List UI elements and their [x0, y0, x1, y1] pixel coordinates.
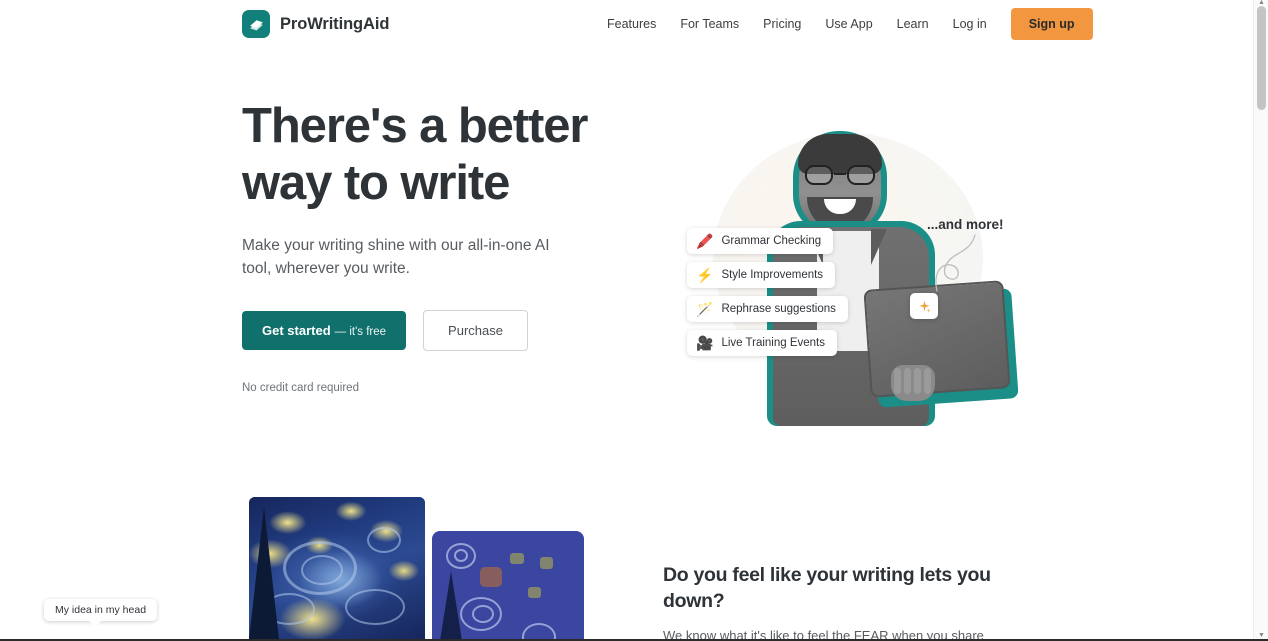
video-camera-icon: 🎥 [696, 335, 714, 351]
get-started-button[interactable]: Get started — it's free [242, 311, 407, 350]
lower-body-text: We know what it's like to feel the FEAR … [663, 628, 984, 639]
browser-page: ProWritingAid Features For Teams Pricing… [0, 0, 1268, 641]
sign-up-button[interactable]: Sign up [1010, 8, 1093, 40]
feature-chip-label: Grammar Checking [721, 235, 822, 247]
nav-item-for-teams[interactable]: For Teams [668, 11, 751, 37]
main-navigation: Features For Teams Pricing Use App Learn… [595, 0, 1093, 48]
lower-copy: Do you feel like your writing lets you d… [663, 562, 1013, 639]
feature-chip-label: Live Training Events [721, 337, 825, 349]
get-started-sublabel: — it's free [334, 326, 387, 338]
crayon-icon: 🖍️ [696, 233, 714, 249]
idea-caption-bubble: My idea in my head [44, 599, 158, 627]
site-viewport: ProWritingAid Features For Teams Pricing… [0, 0, 1253, 639]
hero-title: There's a better way to write [242, 99, 588, 210]
starry-night-flat-image [432, 531, 584, 639]
nav-item-log-in[interactable]: Log in [941, 11, 999, 37]
glasses-icon [804, 165, 876, 185]
brand-logo-link[interactable]: ProWritingAid [242, 10, 389, 38]
scrollbar-thumb[interactable] [1257, 6, 1266, 110]
hero-copy: There's a better way to write Make your … [242, 98, 642, 394]
no-credit-card-note: No credit card required [242, 382, 359, 394]
starry-night-original-image [249, 497, 425, 639]
feature-chip-rephrase-suggestions[interactable]: 🪄 Rephrase suggestions [687, 296, 848, 322]
lower-title: Do you feel like your writing lets you d… [663, 564, 991, 612]
and-more-label: ...and more! [927, 217, 1004, 232]
nav-item-use-app[interactable]: Use App [813, 11, 884, 37]
feature-chip-label: Style Improvements [721, 269, 824, 281]
nav-item-learn[interactable]: Learn [885, 11, 941, 37]
feature-chip-live-training-events[interactable]: 🎥 Live Training Events [687, 330, 837, 356]
feature-chip-label: Rephrase suggestions [721, 303, 836, 315]
hero-illustration: 🖍️ Grammar Checking ⚡ Style Improvements… [655, 103, 1035, 433]
feature-chip-grammar-checking[interactable]: 🖍️ Grammar Checking [687, 228, 834, 254]
scroll-down-arrow[interactable]: ▼ [1254, 632, 1268, 639]
sparkles-icon [910, 293, 938, 319]
magic-wand-icon: 🪄 [696, 301, 714, 317]
stacked-books-icon [242, 10, 270, 38]
feature-chip-list: 🖍️ Grammar Checking ⚡ Style Improvements… [687, 228, 848, 356]
hero-section: There's a better way to write Make your … [0, 48, 1253, 488]
nav-item-pricing[interactable]: Pricing [751, 11, 813, 37]
purchase-button[interactable]: Purchase [423, 310, 528, 351]
site-header: ProWritingAid Features For Teams Pricing… [0, 0, 1253, 48]
hero-cta-group: Get started — it's free Purchase [242, 310, 642, 351]
brand-name: ProWritingAid [280, 14, 390, 33]
hero-subtitle: Make your writing shine with our all-in-… [242, 237, 550, 277]
feature-chip-style-improvements[interactable]: ⚡ Style Improvements [687, 262, 836, 288]
nav-item-features[interactable]: Features [595, 11, 668, 37]
vertical-scrollbar[interactable]: ▲ ▼ [1253, 0, 1268, 639]
lightning-icon: ⚡ [696, 267, 714, 283]
lower-section: My idea in my head Do you feel like your… [0, 488, 1253, 639]
get-started-label: Get started [262, 323, 331, 338]
